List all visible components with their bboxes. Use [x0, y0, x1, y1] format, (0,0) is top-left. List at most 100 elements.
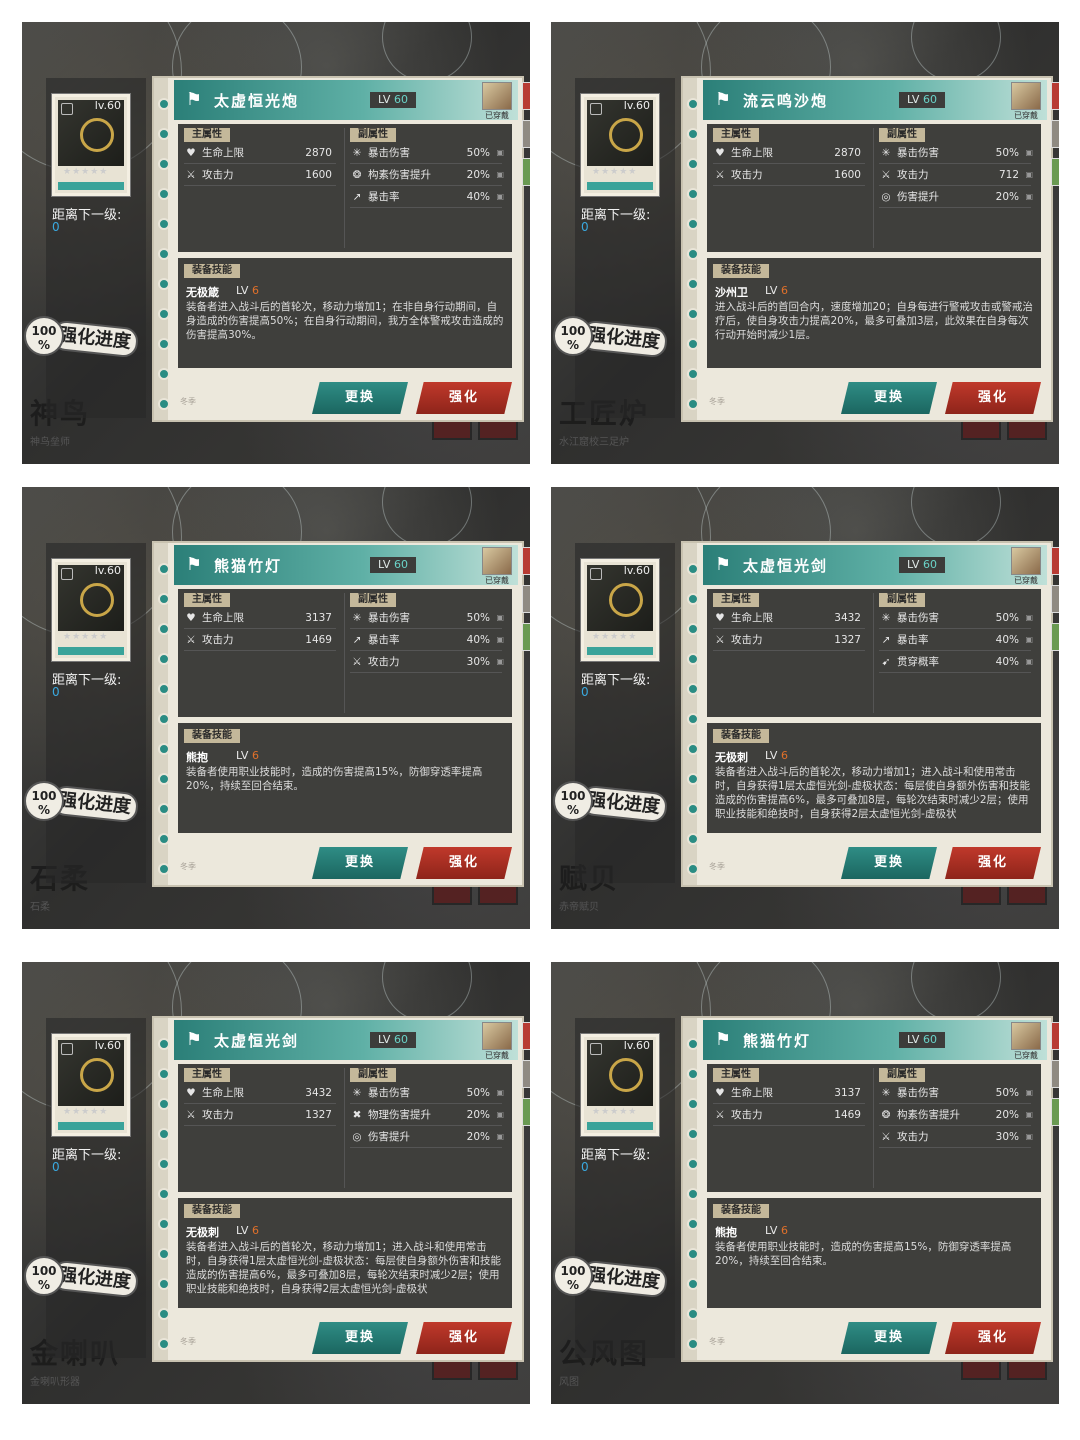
background-subtitle: 赤帝赋贝: [559, 902, 599, 913]
attr-value: 20%: [466, 1109, 490, 1121]
swap-button[interactable]: 更换: [312, 847, 408, 879]
attr-label: 生命上限: [202, 147, 244, 159]
side-tab-diamond[interactable]: ◈: [522, 585, 530, 613]
skill-level: LV 6: [236, 749, 259, 762]
side-tab-diamond[interactable]: ◈: [522, 120, 530, 148]
upgrade-button[interactable]: 强化: [945, 847, 1041, 879]
binder-ring: [158, 683, 170, 695]
lock-icon[interactable]: ▣: [1025, 166, 1033, 184]
lock-icon[interactable]: ▣: [1025, 188, 1033, 206]
binder-ring: [158, 398, 170, 410]
upgrade-button[interactable]: 强化: [416, 1322, 512, 1354]
avatar[interactable]: [482, 1022, 512, 1050]
side-tab-diamond[interactable]: ◈: [1051, 120, 1059, 148]
upgrade-button[interactable]: 强化: [416, 382, 512, 414]
swap-button[interactable]: 更换: [312, 1322, 408, 1354]
lock-icon[interactable]: ▣: [496, 1106, 504, 1124]
lock-icon[interactable]: ▣: [1025, 144, 1033, 162]
owner-avatar[interactable]: 已穿戴: [1009, 547, 1043, 585]
side-tab-settings[interactable]: ⚙: [1051, 82, 1059, 110]
lock-icon[interactable]: ▣: [496, 166, 504, 184]
side-tab-layers[interactable]: ☰: [522, 623, 530, 651]
equipment-screen: 神鸟神鸟垒师lv.60★★★★★距离下一级:0强化进度100%⚑太虚恒光炮LV …: [22, 22, 530, 464]
side-tab-settings[interactable]: ⚙: [522, 1022, 530, 1050]
equipment-type-icon: ⚑: [185, 554, 203, 575]
lock-icon[interactable]: ▣: [496, 1128, 504, 1146]
lock-icon[interactable]: ▣: [496, 631, 504, 649]
owner-avatar[interactable]: 已穿戴: [1009, 82, 1043, 120]
side-tab-diamond[interactable]: ◈: [522, 1060, 530, 1088]
upgrade-button[interactable]: 强化: [945, 1322, 1041, 1354]
lock-icon[interactable]: ▣: [1025, 1128, 1033, 1146]
equipment-icon-card[interactable]: lv.60 ★★★★★: [52, 1034, 130, 1136]
side-tab-settings[interactable]: ⚙: [1051, 547, 1059, 575]
equipment-icon-card[interactable]: lv.60 ★★★★★: [581, 559, 659, 661]
swap-button[interactable]: 更换: [841, 382, 937, 414]
lock-icon[interactable]: [590, 103, 602, 115]
lock-icon[interactable]: ▣: [1025, 1084, 1033, 1102]
avatar[interactable]: [482, 82, 512, 110]
lock-icon[interactable]: [590, 568, 602, 580]
binder-ring: [158, 218, 170, 230]
avatar[interactable]: [1011, 82, 1041, 110]
enhance-progress-badge: 强化进度 100%: [22, 1252, 140, 1300]
side-tab-diamond[interactable]: ◈: [1051, 1060, 1059, 1088]
item-level: lv.60: [623, 1039, 650, 1052]
level-prefix: LV: [765, 1224, 778, 1237]
attr-label: 贯穿概率: [897, 656, 939, 668]
equipment-icon-card[interactable]: lv.60 ★★★★★: [52, 559, 130, 661]
row-separator: [879, 1147, 1031, 1148]
lock-icon[interactable]: [61, 1043, 73, 1055]
lock-icon[interactable]: ▣: [1025, 609, 1033, 627]
owner-avatar[interactable]: 已穿戴: [480, 1022, 514, 1060]
equipment-icon-card[interactable]: lv.60 ★★★★★: [581, 94, 659, 196]
owner-avatar[interactable]: 已穿戴: [480, 547, 514, 585]
swap-button[interactable]: 更换: [841, 1322, 937, 1354]
side-tab-settings[interactable]: ⚙: [1051, 1022, 1059, 1050]
enhance-progress-circle: 100%: [24, 781, 64, 821]
side-tab-settings[interactable]: ⚙: [522, 82, 530, 110]
upgrade-button[interactable]: 强化: [416, 847, 512, 879]
side-tab-layers[interactable]: ☰: [522, 158, 530, 186]
upgrade-button[interactable]: 强化: [945, 382, 1041, 414]
main-attr-row: ♥ 生命上限 3137: [184, 609, 336, 627]
diamond-icon: ◈: [523, 1061, 530, 1087]
equipment-icon-card[interactable]: lv.60 ★★★★★: [581, 1034, 659, 1136]
lock-icon[interactable]: ▣: [1025, 1106, 1033, 1124]
attr-label: 生命上限: [202, 612, 244, 624]
row-separator: [879, 1125, 1031, 1126]
equipment-icon-card[interactable]: lv.60 ★★★★★: [52, 94, 130, 196]
avatar[interactable]: [1011, 1022, 1041, 1050]
swap-button[interactable]: 更换: [841, 847, 937, 879]
skill-description: 进入战斗后的首回合内，速度增加20；自身每进行警戒攻击或警戒治疗后，使自身攻击力…: [715, 301, 1033, 341]
side-tab-layers[interactable]: ☰: [1051, 158, 1059, 186]
avatar[interactable]: [1011, 547, 1041, 575]
lock-icon[interactable]: ▣: [496, 653, 504, 671]
row-separator: [350, 672, 502, 673]
lock-icon[interactable]: [61, 568, 73, 580]
lock-icon[interactable]: ▣: [496, 609, 504, 627]
attr-value: 20%: [466, 169, 490, 181]
side-tab-settings[interactable]: ⚙: [522, 547, 530, 575]
lock-icon[interactable]: ▣: [1025, 631, 1033, 649]
side-tab-diamond[interactable]: ◈: [1051, 585, 1059, 613]
lock-icon[interactable]: ▣: [496, 188, 504, 206]
lock-icon[interactable]: [61, 103, 73, 115]
background-subtitle: 风图: [559, 1377, 579, 1388]
swap-button[interactable]: 更换: [312, 382, 408, 414]
lock-icon[interactable]: ▣: [496, 1084, 504, 1102]
owner-avatar[interactable]: 已穿戴: [480, 82, 514, 120]
owner-avatar[interactable]: 已穿戴: [1009, 1022, 1043, 1060]
rarity-bar: [587, 647, 653, 655]
damage-boost-icon: ◎: [352, 1131, 362, 1143]
side-tab-layers[interactable]: ☰: [1051, 623, 1059, 651]
skill-level: LV 6: [236, 284, 259, 297]
lock-icon[interactable]: ▣: [1025, 653, 1033, 671]
side-tab-layers[interactable]: ☰: [522, 1098, 530, 1126]
sub-attr-row: ✳ 暴击伤害 50% ▣: [879, 1084, 1033, 1102]
avatar[interactable]: [482, 547, 512, 575]
side-tab-layers[interactable]: ☰: [1051, 1098, 1059, 1126]
enhance-progress-badge: 强化进度 100%: [551, 1252, 669, 1300]
lock-icon[interactable]: ▣: [496, 144, 504, 162]
lock-icon[interactable]: [590, 1043, 602, 1055]
